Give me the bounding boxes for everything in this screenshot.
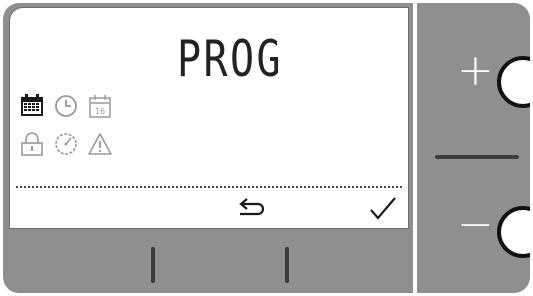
device-right-panel: + −	[417, 3, 530, 293]
knob-separator	[435, 155, 519, 159]
checkmark-icon	[370, 197, 396, 220]
calendar-day-icon: 16	[88, 94, 112, 118]
mode-label: PROG	[177, 30, 283, 88]
back-arrow-icon	[239, 198, 265, 216]
gauge-icon	[54, 132, 78, 156]
minus-knob-button[interactable]	[497, 206, 530, 258]
bottom-button-middle[interactable]	[155, 235, 285, 293]
calendar-week-icon	[20, 94, 44, 118]
bottom-button-bar	[9, 235, 409, 293]
bottom-button-left[interactable]	[9, 235, 151, 293]
device-left-panel: PROG 16	[3, 3, 413, 293]
lock-icon	[20, 132, 44, 156]
thermostat-device: PROG 16 + −	[3, 3, 530, 293]
minus-sign: −	[457, 199, 494, 250]
confirm-button[interactable]	[366, 196, 400, 222]
plus-sign: +	[457, 45, 494, 96]
clock-icon	[54, 94, 78, 118]
warning-icon	[88, 132, 112, 156]
screen-divider	[16, 186, 402, 188]
calendar-day-number: 16	[95, 107, 105, 116]
plus-knob-button[interactable]	[497, 56, 530, 108]
back-button[interactable]	[234, 196, 268, 222]
lcd-screen: PROG 16	[9, 7, 409, 229]
bottom-button-right[interactable]	[289, 235, 409, 293]
